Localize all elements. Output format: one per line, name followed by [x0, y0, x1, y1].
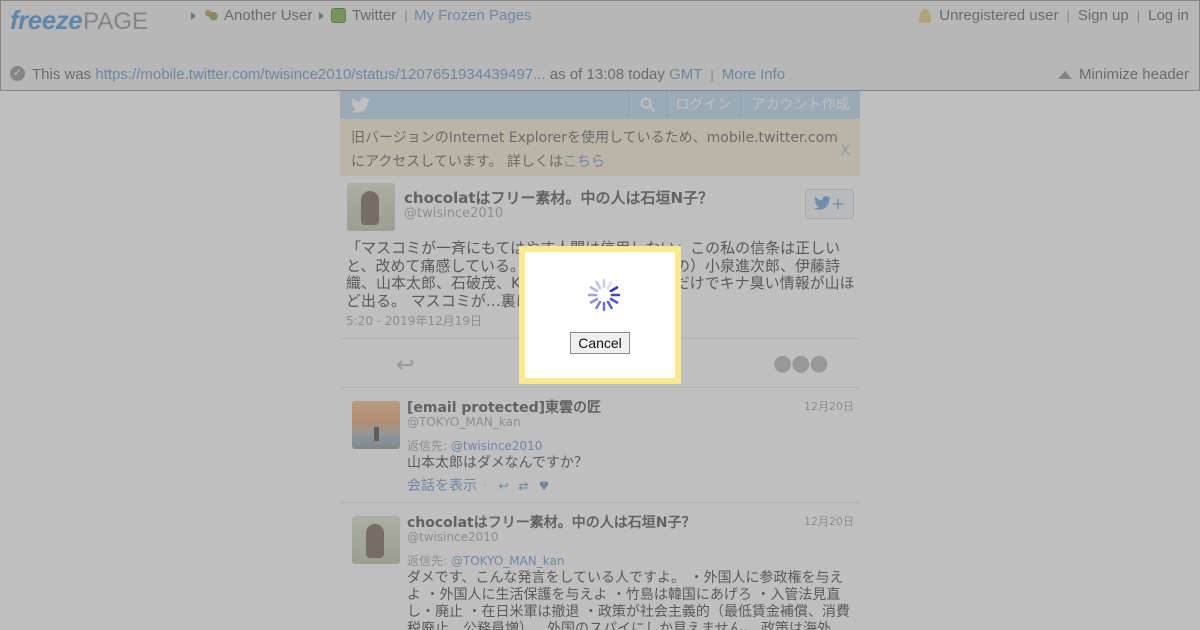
spinner-tick: [589, 286, 599, 293]
spinner-tick: [609, 286, 619, 293]
spinner-tick: [609, 297, 619, 304]
spinner-tick: [595, 280, 602, 290]
loading-spinner-icon: [588, 279, 620, 311]
cancel-button[interactable]: Cancel: [570, 332, 630, 354]
spinner-tick: [595, 300, 602, 310]
spinner-tick: [606, 280, 613, 290]
loading-dialog: Cancel: [519, 246, 681, 384]
spinner-tick: [606, 300, 613, 310]
spinner-tick: [589, 297, 599, 304]
